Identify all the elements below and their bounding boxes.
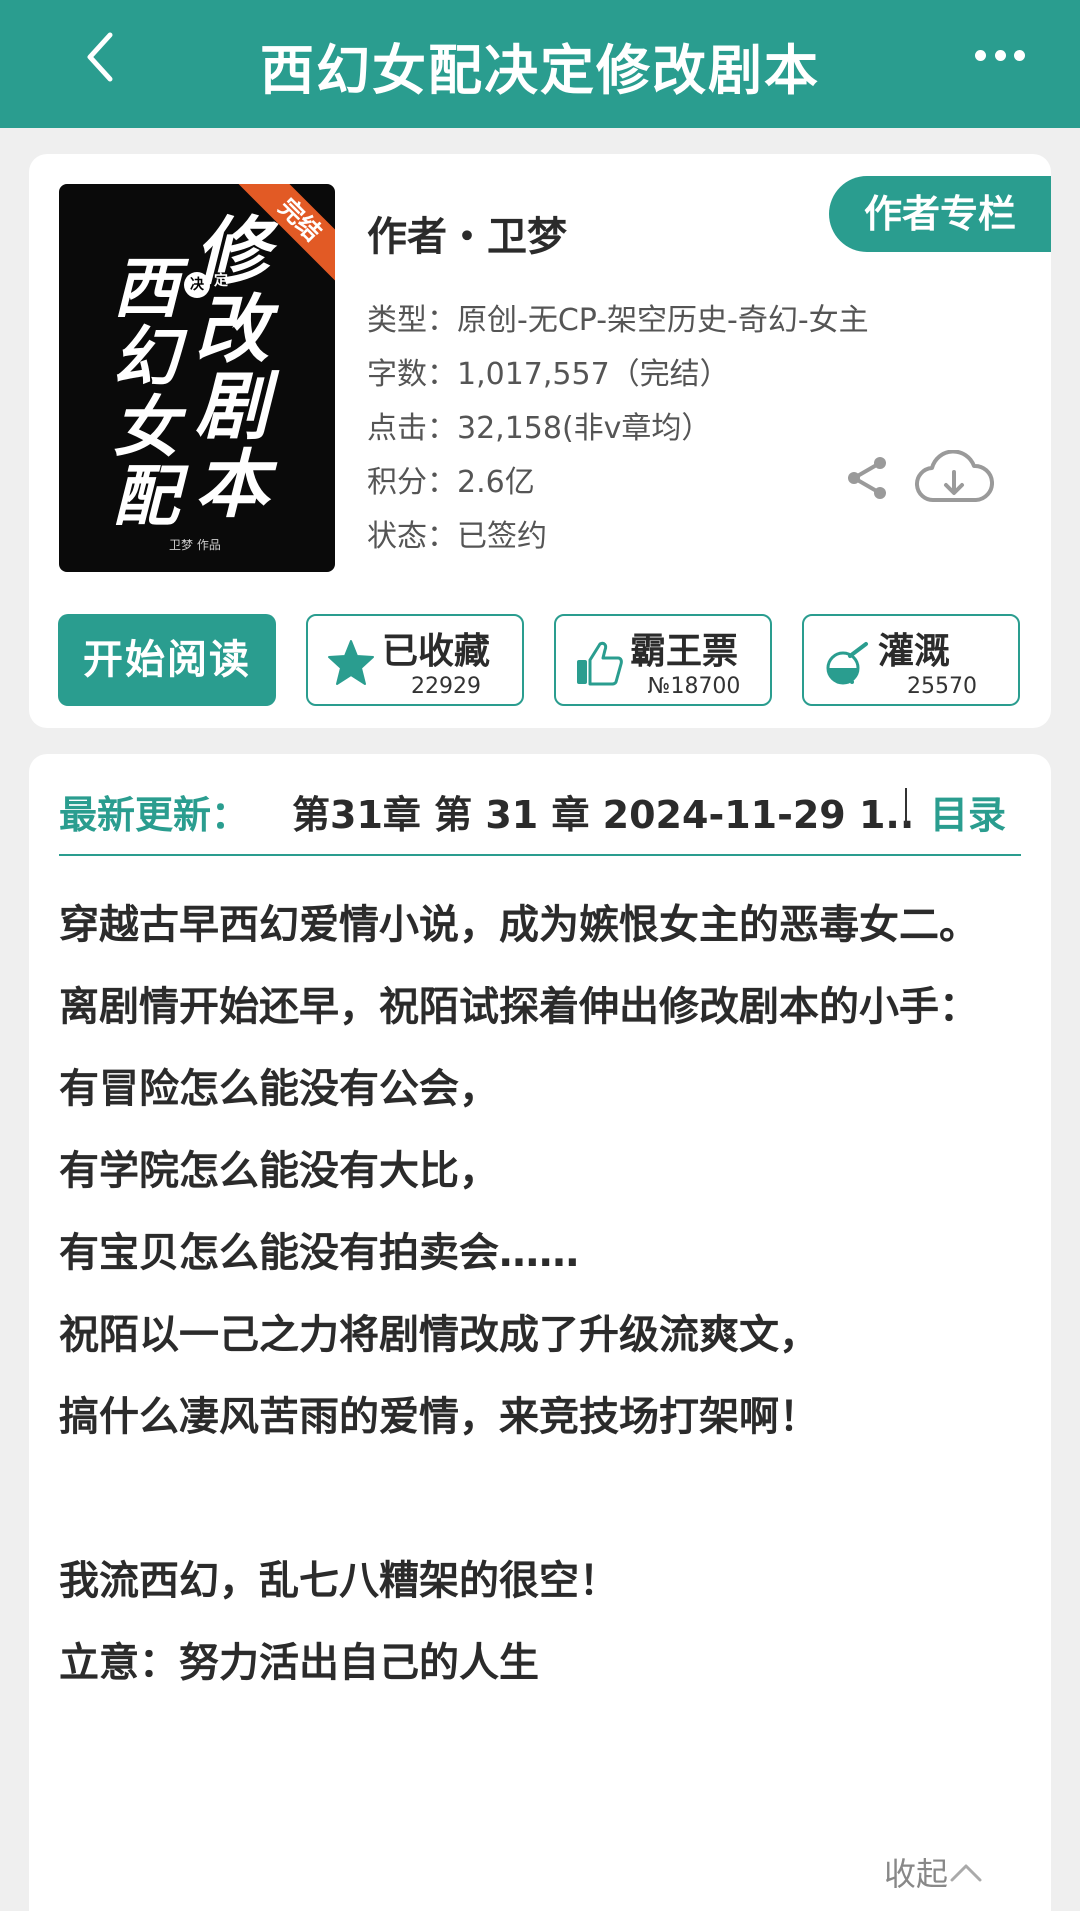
favorite-button[interactable]: 已收藏 22929 [306, 614, 524, 706]
start-reading-button[interactable]: 开始阅读 [58, 614, 276, 706]
watering-flask-icon [826, 642, 868, 685]
cover-calligraphy-right: 修改剧本 [195, 209, 269, 529]
meta-status: 状态：已签约 [367, 519, 547, 554]
synopsis-line: 穿越古早西幻爱情小说，成为嫉恨女主的恶毒女二。 [59, 902, 979, 948]
more-dot-icon [1014, 49, 1025, 61]
irrigate-count: 25570 [907, 674, 977, 699]
synopsis-line: 有宝贝怎么能没有拍卖会…… [59, 1230, 579, 1276]
irrigate-label: 灌溉 [878, 631, 951, 672]
irrigate-button[interactable]: 灌溉 25570 [802, 614, 1020, 706]
star-icon [328, 640, 374, 685]
meta-clicks: 点击：32,158(非v章均） [367, 411, 712, 446]
chevron-up-icon [950, 1864, 982, 1882]
synopsis: 穿越古早西幻爱情小说，成为嫉恨女主的恶毒女二。 离剧情开始还早，祝陌试探着伸出修… [59, 884, 1021, 1704]
book-meta: 类型：原创-无CP-架空历史-奇幻-女主 字数：1,017,557（完结） 点击… [367, 294, 869, 564]
overlord-ticket-count: №18700 [647, 674, 741, 699]
thumbs-up-icon [577, 641, 623, 686]
cover-small-text: 定 [214, 273, 228, 289]
synopsis-line: 有学院怎么能没有大比， [59, 1148, 499, 1194]
meta-genre: 类型：原创-无CP-架空历史-奇幻-女主 [367, 303, 869, 338]
author-name[interactable]: 作者・卫梦 [367, 204, 567, 262]
synopsis-line: 立意：努力活出自己的人生 [59, 1640, 539, 1686]
collapse-label: 收起 [884, 1855, 949, 1893]
cover-seal-small: 决 [184, 272, 210, 298]
meta-word-count: 字数：1,017,557（完结） [367, 357, 730, 392]
synopsis-line: 祝陌以一己之力将剧情改成了升级流爽文， [59, 1312, 819, 1358]
author-column-button[interactable]: 作者专栏 [829, 176, 1051, 252]
synopsis-line [59, 1458, 1021, 1540]
download-cloud-icon[interactable] [914, 450, 994, 510]
share-icon[interactable] [844, 454, 892, 502]
synopsis-line: 离剧情开始还早，祝陌试探着伸出修改剧本的小手： [59, 984, 979, 1030]
more-dot-icon [994, 49, 1006, 61]
latest-chapter-link[interactable]: 第31章 第 31 章 2024-11-29 1.. [292, 784, 914, 839]
more-menu-button[interactable] [975, 40, 1025, 70]
overlord-ticket-button[interactable]: 霸王票 №18700 [554, 614, 772, 706]
table-of-contents-link[interactable]: 目录 [930, 784, 1006, 839]
overlord-ticket-label: 霸王票 [630, 631, 739, 672]
favorite-count: 22929 [411, 674, 481, 699]
section-divider [59, 854, 1021, 856]
divider-bar [905, 788, 907, 824]
latest-update-label: 最新更新： [59, 793, 250, 837]
book-description-card: 最新更新： 第31章 第 31 章 2024-11-29 1.. 目录 穿越古早… [29, 754, 1051, 1911]
synopsis-line: 搞什么凄风苦雨的爱情，来竞技场打架啊！ [59, 1394, 819, 1440]
cover-calligraphy-left: 西幻女配 [113, 249, 179, 535]
latest-update-row[interactable]: 最新更新： 第31章 第 31 章 2024-11-29 1.. 目录 [59, 784, 1021, 844]
top-bar: 西幻女配决定修改剧本 [0, 0, 1080, 128]
synopsis-line: 我流西幻，乱七八糟架的很空！ [59, 1558, 619, 1604]
book-cover[interactable]: 完结 修改剧本 西幻女配 决 定 卫梦 作品 [59, 184, 335, 572]
synopsis-line: 有冒险怎么能没有公会， [59, 1066, 499, 1112]
book-info-card: 完结 修改剧本 西幻女配 决 定 卫梦 作品 作者・卫梦 作者专栏 类型：原创-… [29, 154, 1051, 728]
page-title: 西幻女配决定修改剧本 [260, 39, 820, 102]
cover-credit: 卫梦 作品 [169, 538, 221, 552]
collapse-button[interactable]: 收起 [884, 1849, 984, 1895]
meta-points: 积分：2.6亿 [367, 465, 535, 500]
favorite-label: 已收藏 [382, 631, 491, 672]
more-dot-icon [975, 49, 986, 61]
